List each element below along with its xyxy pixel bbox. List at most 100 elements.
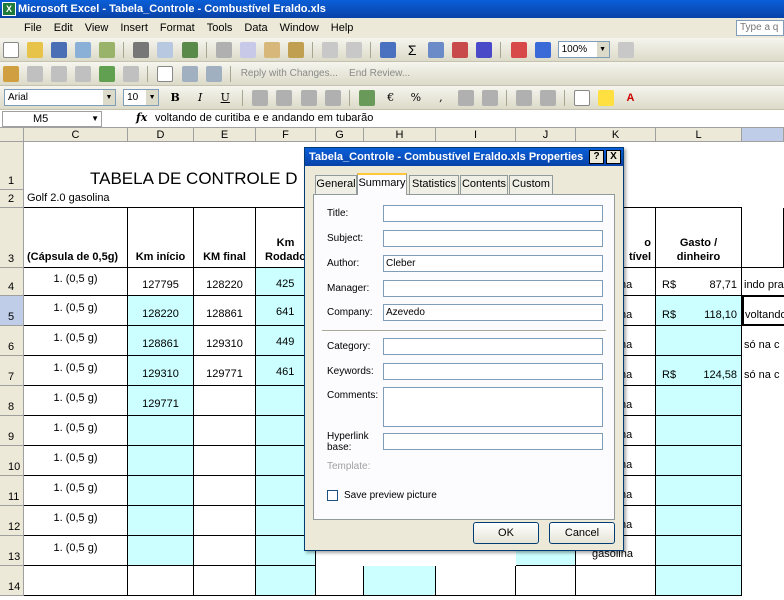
row-header-10[interactable]: 10 (0, 446, 24, 476)
cell-d6[interactable]: 128861 (128, 326, 194, 356)
increase-decimal-icon[interactable] (457, 90, 474, 106)
cell-e10[interactable] (194, 446, 256, 476)
tab-contents[interactable]: Contents (460, 175, 508, 194)
cell-m3[interactable] (742, 208, 784, 268)
cell-d7[interactable]: 129310 (128, 356, 194, 386)
subject-field[interactable] (383, 230, 603, 247)
company-field[interactable]: Azevedo (383, 304, 603, 321)
column-header-i[interactable]: I (436, 128, 516, 142)
cell-e7[interactable]: 129771 (194, 356, 256, 386)
hyperlink-icon[interactable] (380, 42, 397, 58)
borders-icon[interactable] (574, 90, 591, 106)
header-km-final[interactable]: KM final (194, 208, 256, 268)
cut-icon[interactable] (215, 42, 232, 58)
open-icon[interactable] (27, 42, 44, 58)
align-left-icon[interactable] (252, 90, 269, 106)
insert-function-icon[interactable] (428, 42, 445, 58)
increase-indent-icon[interactable] (540, 90, 557, 106)
keywords-field[interactable] (383, 363, 603, 380)
cell-i14[interactable] (436, 566, 516, 596)
cell-d14[interactable] (128, 566, 194, 596)
font-color-icon[interactable]: A (622, 90, 638, 106)
row-header-12[interactable]: 12 (0, 506, 24, 536)
permission-icon[interactable] (75, 42, 92, 58)
undo-icon[interactable] (321, 42, 338, 58)
row-header-6[interactable]: 6 (0, 326, 24, 356)
help-icon[interactable] (617, 42, 634, 58)
select-all-corner[interactable] (0, 128, 24, 142)
review-icon-5[interactable] (99, 66, 116, 82)
tab-statistics[interactable]: Statistics (409, 175, 459, 194)
italic-button[interactable]: I (190, 89, 210, 107)
tab-summary[interactable]: Summary (357, 173, 407, 195)
cell-c4[interactable]: 1. (0,5 g) (24, 268, 128, 296)
column-header-g[interactable]: G (316, 128, 364, 142)
autosum-icon[interactable]: Σ (404, 42, 420, 58)
new-icon[interactable] (3, 42, 19, 58)
help-button[interactable]: ? (589, 150, 604, 164)
comma-style-icon[interactable]: , (431, 89, 451, 107)
cell-d8[interactable]: 129771 (128, 386, 194, 416)
cell-c7[interactable]: 1. (0,5 g) (24, 356, 128, 386)
paste-icon[interactable] (263, 42, 280, 58)
cell-d11[interactable] (128, 476, 194, 506)
column-header-e[interactable]: E (194, 128, 256, 142)
menu-data[interactable]: Data (238, 18, 273, 38)
row-header-13[interactable]: 13 (0, 536, 24, 566)
font-size-select[interactable]: 10 ▼ (123, 89, 160, 106)
cell-d4[interactable]: 127795 (128, 268, 194, 296)
reply-with-changes-button[interactable]: Reply with Changes... (241, 68, 338, 79)
decrease-decimal-icon[interactable] (482, 90, 498, 106)
cell-d10[interactable] (128, 446, 194, 476)
ok-button[interactable]: OK (473, 522, 539, 544)
cell-e9[interactable] (194, 416, 256, 446)
column-header-d[interactable]: D (128, 128, 194, 142)
comments-field[interactable] (383, 387, 603, 427)
review-icon-9[interactable] (205, 66, 222, 82)
row-header-8[interactable]: 8 (0, 386, 24, 416)
row-header-9[interactable]: 9 (0, 416, 24, 446)
spelling-icon[interactable] (181, 42, 198, 58)
tab-general[interactable]: General (315, 175, 357, 194)
row-header-2[interactable]: 2 (0, 190, 24, 208)
menu-tools[interactable]: Tools (201, 18, 239, 38)
review-icon-3[interactable] (51, 66, 68, 82)
cell-h14[interactable] (364, 566, 436, 596)
menu-window[interactable]: Window (274, 18, 325, 38)
row-header-4[interactable]: 4 (0, 268, 24, 296)
cell-l12[interactable] (656, 506, 742, 536)
tab-custom[interactable]: Custom (509, 175, 553, 194)
cell-l7[interactable]: R$ 124,58 (656, 356, 742, 386)
cancel-button[interactable]: Cancel (549, 522, 615, 544)
currency-style-icon[interactable] (358, 90, 375, 106)
percent-icon[interactable]: % (406, 89, 426, 107)
review-icon-4[interactable] (75, 66, 92, 82)
column-header-l[interactable]: L (656, 128, 742, 142)
review-icon-8[interactable] (181, 66, 198, 82)
dialog-title-bar[interactable]: Tabela_Controle - Combustível Eraldo.xls… (305, 148, 623, 166)
zoom-select[interactable]: 100% ▼ (557, 41, 610, 58)
align-center-icon[interactable] (276, 90, 293, 106)
menu-format[interactable]: Format (154, 18, 201, 38)
cell-d5[interactable]: 128220 (128, 296, 194, 326)
cell-m6[interactable]: só na c (742, 326, 784, 356)
cell-l10[interactable] (656, 446, 742, 476)
cell-e14[interactable] (194, 566, 256, 596)
cell-l13[interactable] (656, 536, 742, 566)
column-header-c[interactable]: C (24, 128, 128, 142)
cell-e5[interactable]: 128861 (194, 296, 256, 326)
manager-field[interactable] (383, 280, 603, 297)
copy-icon[interactable] (239, 42, 256, 58)
cell-l5[interactable]: R$ 118,10 (656, 296, 742, 326)
print-icon[interactable] (133, 42, 150, 58)
email-icon[interactable] (99, 42, 116, 58)
decrease-indent-icon[interactable] (516, 90, 533, 106)
drawing-icon[interactable] (534, 42, 551, 58)
header-capsula[interactable]: (Cápsula de 0,5g) (24, 208, 128, 268)
title-field[interactable] (383, 205, 603, 222)
menu-view[interactable]: View (79, 18, 115, 38)
author-field[interactable]: Cleber (383, 255, 603, 272)
cell-e8[interactable] (194, 386, 256, 416)
cell-e12[interactable] (194, 506, 256, 536)
cell-j14[interactable] (516, 566, 576, 596)
